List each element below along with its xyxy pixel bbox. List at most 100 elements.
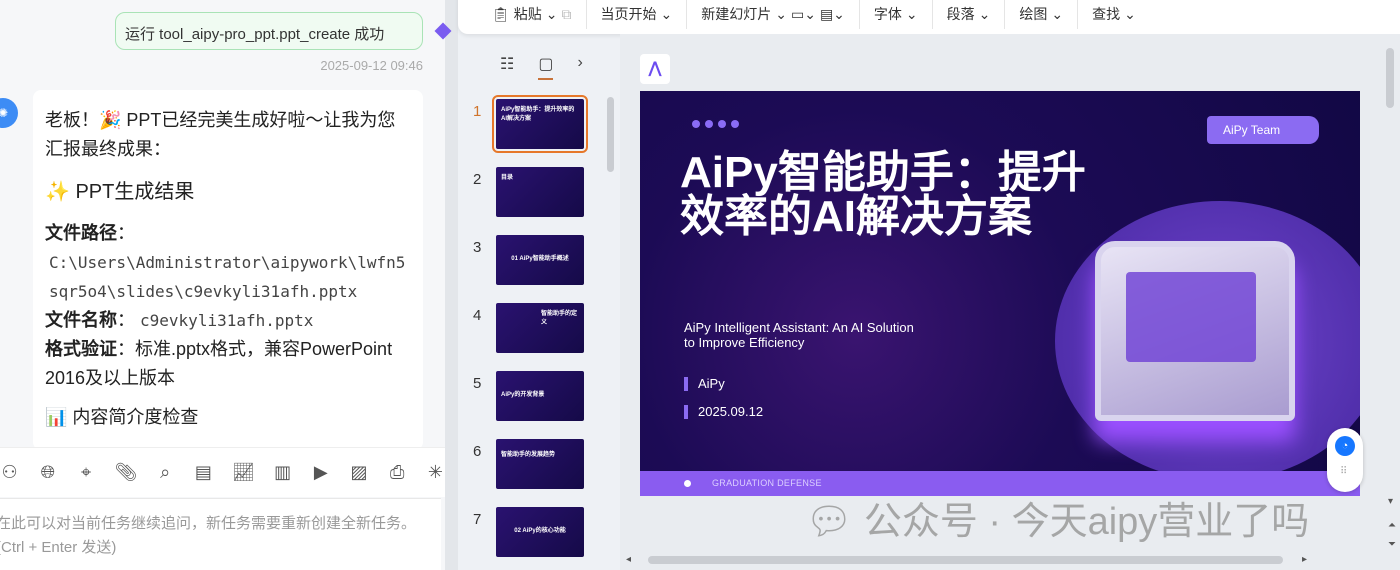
scroll-right-icon[interactable]: ▸ — [1302, 554, 1307, 565]
expand-chevron-icon[interactable]: › — [577, 54, 582, 80]
format-label: 格式验证 — [45, 339, 117, 359]
scroll-down-icon[interactable]: ▾ — [1388, 496, 1393, 507]
paste-label: 粘贴 — [513, 6, 542, 22]
subtitle-line: to Improve Efficiency — [684, 335, 805, 350]
tool-icon[interactable]: ⚇ — [0, 462, 19, 483]
slide-thumbnail[interactable]: 2 目录 — [465, 167, 595, 219]
thumbnail-scrollbar[interactable] — [607, 97, 614, 172]
decorative-dots — [692, 120, 739, 128]
globe-icon[interactable]: 🌐︎ — [38, 462, 57, 483]
thumb-label: 智能助手的定义 — [496, 303, 584, 353]
thumb-number: 7 — [473, 511, 482, 528]
user-message: 运行 tool_aipy-pro_ppt.ppt_create 成功 — [115, 12, 423, 50]
video-icon[interactable]: ▶ — [311, 462, 330, 483]
thumb-label: 01 AiPy智能助手概述 — [496, 235, 584, 285]
paragraph-button[interactable]: 段落 ⌄ — [933, 0, 1006, 29]
result-heading: ✨ PPT生成结果 — [45, 181, 195, 203]
start-from-current-button[interactable]: 当页开始 ⌄ — [587, 0, 688, 29]
new-slide-label: 新建幻灯片 — [701, 6, 772, 22]
assistant-message: 老板！🎉 PPT已经完美生成好啦～让我为您汇报最终成果： ✨ PPT生成结果 文… — [33, 90, 423, 450]
name-value: c9evkyli31afh.pptx — [140, 311, 314, 330]
watermark-text: 公众号 · 今天aipy营业了吗 — [863, 501, 1310, 543]
find-label: 查找 — [1092, 6, 1121, 22]
attachment-icon[interactable]: 📎︎ — [115, 462, 138, 483]
printer-icon[interactable]: ⎙ — [388, 462, 407, 483]
new-slide-button[interactable]: 新建幻灯片 ⌄ ▭⌄ ▤⌄ — [687, 0, 860, 29]
ribbon-toolbar: 📋︎ 粘贴 ⌄ ⧉ 当页开始 ⌄ 新建幻灯片 ⌄ ▭⌄ ▤⌄ 字体 ⌄ 段落 ⌄ 绘图 ⌄ 查… — [458, 0, 1400, 34]
slide-thumbnail[interactable]: 4 智能助手的定义 — [465, 303, 595, 355]
slide-thumbnail[interactable]: 6 智能助手的发展趋势 — [465, 439, 595, 491]
thumbnail-panel: ☷ ▢ › 1 AiPy智能助手：提升效率的AI解决方案 2 目录 3 01 AiPy… — [465, 34, 620, 570]
section-icon[interactable]: ▤⌄ — [820, 6, 845, 23]
image-icon[interactable]: ▨ — [349, 462, 368, 483]
paste-icon: 📋︎ — [492, 5, 510, 22]
slide-title: AiPy智能助手：提升效率的AI解决方案 — [680, 148, 1086, 241]
horizontal-scrollbar[interactable] — [648, 556, 1283, 564]
input-hint: (Ctrl + Enter 发送) — [0, 539, 117, 556]
drag-handle-icon[interactable]: ⠿ — [1340, 466, 1347, 477]
start-label: 当页开始 — [600, 6, 657, 22]
input-placeholder: 在此可以对当前任务继续追问，新任务需要重新创建全新任务。 — [0, 515, 417, 532]
font-label: 字体 — [873, 6, 902, 22]
paste-button[interactable]: 📋︎ 粘贴 ⌄ ⧉ — [478, 0, 587, 29]
watermark: 💬︎ 公众号 · 今天aipy营业了吗 — [805, 490, 1309, 545]
drawing-label: 绘图 — [1019, 6, 1048, 22]
find-button[interactable]: 查找 ⌄ — [1078, 0, 1150, 29]
paragraph-label: 段落 — [946, 6, 975, 22]
wechat-icon: 💬︎ — [805, 501, 854, 543]
path-value: C:\Users\Administrator\aipywork\lwfn5sqr… — [49, 253, 406, 301]
location-icon[interactable]: ⌖ — [76, 462, 95, 483]
thumb-number: 5 — [473, 375, 482, 392]
footer-text: GRADUATION DEFENSE — [712, 478, 822, 488]
thumbnail-view-icon[interactable]: ▢ — [538, 54, 554, 80]
chat-panel: 运行 tool_aipy-pro_ppt.ppt_create 成功 2025-… — [0, 0, 445, 570]
prev-slide-icon[interactable]: ⏶ — [1388, 520, 1396, 531]
slide-thumbnail[interactable]: 1 AiPy智能助手：提升效率的AI解决方案 — [465, 95, 595, 153]
slide-thumbnail[interactable]: 7 02 AiPy的核心功能 — [465, 507, 595, 559]
assistant-bubble-icon[interactable]: ◔ — [1335, 436, 1355, 456]
thumb-number: 3 — [473, 239, 482, 256]
next-slide-icon[interactable]: ⏷ — [1388, 539, 1396, 550]
thumb-number: 6 — [473, 443, 482, 460]
book-icon[interactable]: ▥ — [273, 462, 292, 483]
tag-search-icon[interactable]: ⌕ — [156, 462, 175, 483]
device-illustration — [1095, 241, 1295, 421]
thumb-label: AiPy智能助手：提升效率的AI解决方案 — [492, 95, 588, 153]
slide-author: AiPy — [684, 377, 725, 391]
slide-date: 2025.09.12 — [684, 405, 763, 419]
current-slide[interactable]: AiPy Team AiPy智能助手：提升效率的AI解决方案 AiPy Inte… — [640, 91, 1360, 496]
layout-icon[interactable]: ▭⌄ — [791, 6, 816, 23]
outline-view-icon[interactable]: ☷ — [500, 54, 514, 80]
message-timestamp: 2025-09-12 09:46 — [320, 58, 423, 73]
document-icon[interactable]: ▤ — [194, 462, 213, 483]
floating-assistant[interactable]: ◔ ⠿ — [1327, 428, 1363, 492]
slide-subtitle: AiPy Intelligent Assistant: An AI Soluti… — [684, 320, 914, 350]
copy-format-icon[interactable]: ⧉ — [562, 6, 572, 23]
sparkle-icon[interactable]: ✳ — [426, 462, 445, 483]
thumb-label: 02 AiPy的核心功能 — [496, 507, 584, 557]
thumb-label: 智能助手的发展趋势 — [496, 439, 584, 489]
app-logo-icon[interactable]: ⋀ — [640, 54, 670, 84]
message-intro: 老板！🎉 PPT已经完美生成好啦～让我为您汇报最终成果： — [45, 110, 396, 159]
name-label: 文件名称 — [45, 310, 117, 330]
panel-divider[interactable] — [445, 0, 458, 570]
thumb-number: 1 — [473, 103, 482, 120]
thumb-label: 目录 — [496, 167, 584, 217]
team-badge: AiPy Team — [1207, 116, 1319, 144]
assistant-avatar: ✺ — [0, 98, 18, 128]
slide-thumbnail[interactable]: 5 AiPy的开发背景 — [465, 371, 595, 423]
slide-thumbnail[interactable]: 3 01 AiPy智能助手概述 — [465, 235, 595, 287]
thumb-number: 4 — [473, 307, 482, 324]
thumb-label: AiPy的开发背景 — [496, 371, 584, 421]
chart-icon[interactable]: 📈︎ — [232, 462, 255, 483]
font-button[interactable]: 字体 ⌄ — [860, 0, 933, 29]
path-label: 文件路径 — [45, 223, 117, 243]
drawing-button[interactable]: 绘图 ⌄ — [1005, 0, 1079, 29]
thumb-number: 2 — [473, 171, 482, 188]
chat-input[interactable]: 在此可以对当前任务继续追问，新任务需要重新创建全新任务。 (Ctrl + Ent… — [0, 498, 441, 570]
vertical-scrollbar[interactable] — [1386, 48, 1394, 108]
scroll-left-icon[interactable]: ◂ — [626, 554, 631, 565]
chat-tool-row: ⚇ 🌐︎ ⌖ 📎︎ ⌕ ▤ 📈︎ ▥ ▶ ▨ ⎙ ✳ — [0, 447, 445, 497]
slide-editor: ⋀ AiPy Team AiPy智能助手：提升效率的AI解决方案 AiPy In… — [620, 34, 1400, 570]
subtitle-line: AiPy Intelligent Assistant: An AI Soluti… — [684, 320, 914, 335]
